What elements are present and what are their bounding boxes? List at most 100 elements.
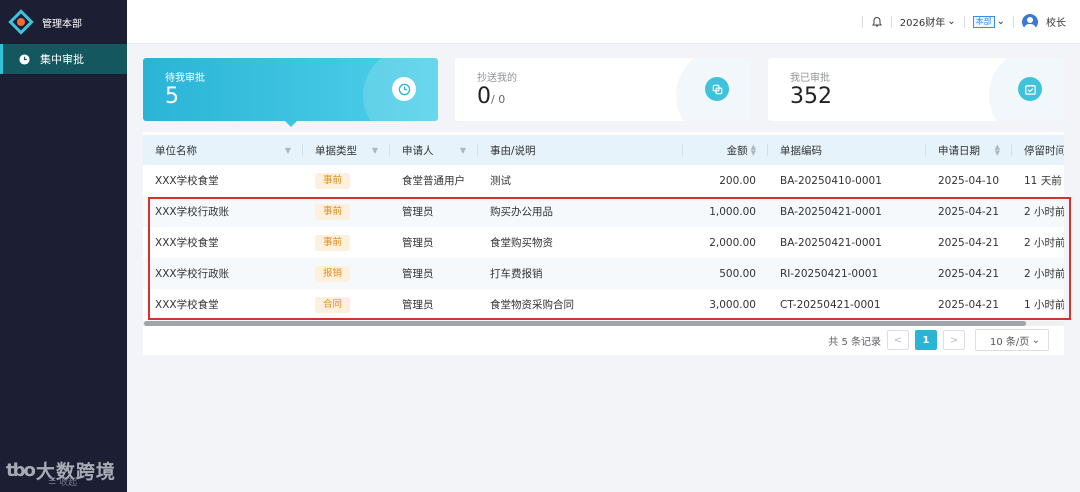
bell-icon[interactable] — [871, 16, 883, 28]
cell-code: BA-20250421-0001 — [768, 196, 926, 227]
cell-applicant: 管理员 — [402, 299, 434, 311]
cell-date: 2025-04-21 — [938, 236, 1000, 249]
page-number-current[interactable]: 1 — [915, 330, 937, 350]
table-row[interactable]: XXX学校食堂 合同 管理员 食堂物资采购合同 3,000.00 CT-2025… — [143, 289, 1064, 320]
column-header-reason: 事由/说明 — [478, 135, 683, 165]
card-value: 352 — [790, 84, 832, 109]
copy-icon — [705, 77, 729, 101]
filter-icon[interactable]: ▼ — [460, 146, 466, 155]
top-header: 2026财年 ⌄ 本部 ⌄ 校长 — [127, 0, 1080, 44]
cell-reason: 食堂物资采购合同 — [490, 299, 574, 311]
cell-applicant: 食堂普通用户 — [402, 175, 465, 187]
calendar-check-icon — [1018, 77, 1042, 101]
divider — [1013, 15, 1014, 28]
chevron-down-icon: ⌄ — [947, 16, 956, 27]
card-value: 5 — [165, 84, 179, 109]
divider — [890, 15, 892, 28]
filter-icon[interactable]: ▼ — [372, 146, 378, 155]
brand-title: 管理本部 — [42, 18, 82, 30]
table-row[interactable]: XXX学校食堂 事前 管理员 食堂购买物资 2,000.00 BA-202504… — [143, 227, 1064, 258]
user-avatar-icon[interactable] — [1022, 13, 1038, 30]
prev-page-button[interactable]: < — [887, 330, 909, 350]
cell-applicant: 管理员 — [390, 196, 478, 227]
cell-type: 事前 — [303, 196, 390, 227]
horizontal-scrollbar[interactable] — [143, 321, 1064, 326]
divider — [861, 15, 863, 28]
column-header-type[interactable]: 单据类型 ▼ — [303, 135, 390, 165]
column-header-amount[interactable]: 金额 ▲ ▼ — [683, 135, 768, 165]
collapse-button[interactable]: ☰ 收起 — [48, 475, 78, 489]
card-label: 抄送我的 — [477, 73, 517, 84]
cell-amount: 2,000.00 — [709, 236, 756, 249]
cell-type: 合同 — [303, 289, 390, 320]
card-value: 0/ 0 — [477, 84, 506, 109]
cell-type: 事前 — [303, 165, 390, 196]
cell-stay: 1 小时前 — [1024, 299, 1064, 311]
column-header-date[interactable]: 申请日期 ▲ ▼ — [926, 135, 1012, 165]
chevron-down-icon: ⌄ — [1031, 334, 1040, 346]
table-row[interactable]: XXX学校食堂 事前 食堂普通用户 测试 200.00 BA-20250410-… — [143, 165, 1064, 196]
brand-logo-icon — [8, 9, 34, 35]
brand[interactable]: 管理本部 — [0, 0, 127, 44]
column-header-unit[interactable]: 单位名称 ▼ — [143, 135, 303, 165]
approval-table-panel: 单位名称 ▼ 单据类型 ▼ 申请人 ▼ 事由/说明 金额 ▲ ▼ 单据编码 申请日期 ▲ ▼ … — [143, 132, 1071, 355]
page-size-select[interactable]: 10 条/页 ⌄ — [975, 329, 1049, 351]
org-tag: 本部 — [972, 15, 995, 28]
table-header-row: 单位名称 ▼ 单据类型 ▼ 申请人 ▼ 事由/说明 金额 ▲ ▼ 单据编码 申请日期 ▲ ▼ … — [143, 135, 1064, 165]
table-row[interactable]: XXX学校行政账 事前 管理员 购买办公用品 1,000.00 BA-20250… — [143, 196, 1064, 227]
card-approved-by-me[interactable]: 我已审批 352 — [768, 58, 1064, 121]
cell-reason: 购买办公用品 — [478, 196, 683, 227]
pagination-total: 共 5 条记录 — [828, 336, 881, 348]
filter-icon[interactable]: ▼ — [285, 146, 291, 155]
cell-stay: 11 天前 — [1024, 175, 1062, 187]
column-header-applicant[interactable]: 申请人 ▼ — [390, 135, 478, 165]
sidebar-item-label: 集中审批 — [40, 53, 84, 66]
scrollbar-thumb[interactable] — [144, 321, 1026, 326]
sort-icon[interactable]: ▲ ▼ — [995, 144, 1000, 157]
watermark-mark: tbo — [6, 460, 36, 481]
cell-code: RI-20250421-0001 — [768, 258, 926, 289]
type-badge: 事前 — [315, 172, 351, 189]
table-scroll-area[interactable]: 单位名称 ▼ 单据类型 ▼ 申请人 ▼ 事由/说明 金额 ▲ ▼ 单据编码 申请日期 ▲ ▼ … — [143, 135, 1064, 325]
cell-amount: 1,000.00 — [683, 196, 768, 227]
card-cc-to-me[interactable]: 抄送我的 0/ 0 — [455, 58, 751, 121]
cell-date: 2025-04-10 — [938, 174, 1000, 187]
cell-amount: 500.00 — [683, 258, 768, 289]
org-select[interactable]: 本部 ⌄ — [972, 15, 1005, 28]
cell-applicant: 管理员 — [402, 237, 434, 249]
cell-code: CT-20250421-0001 — [780, 298, 881, 311]
cell-amount: 3,000.00 — [709, 298, 756, 311]
column-header-code: 单据编码 — [768, 135, 926, 165]
cell-code: BA-20250410-0001 — [780, 174, 882, 187]
cell-reason: 打车费报销 — [478, 258, 683, 289]
cell-reason: 食堂购买物资 — [490, 237, 553, 249]
cell-code: BA-20250421-0001 — [780, 236, 882, 249]
type-badge: 事前 — [315, 203, 351, 220]
pagination: 共 5 条记录 < 1 > 10 条/页 ⌄ — [828, 329, 1049, 351]
type-badge: 合同 — [315, 296, 351, 313]
column-header-stay: 停留时间 — [1012, 135, 1064, 165]
cell-type: 报销 — [303, 258, 390, 289]
cell-stay: 2 小时前 — [1012, 258, 1064, 289]
cell-date: 2025-04-21 — [938, 298, 1000, 311]
divider — [963, 15, 965, 28]
cell-reason: 测试 — [490, 175, 511, 187]
user-name[interactable]: 校长 — [1046, 14, 1066, 29]
cell-unit: XXX学校食堂 — [155, 237, 219, 249]
sort-icon[interactable]: ▲ ▼ — [751, 144, 756, 157]
cell-unit: XXX学校食堂 — [155, 175, 219, 187]
card-label: 待我审批 — [165, 73, 205, 84]
sidebar-item-central-approval[interactable]: 集中审批 — [0, 44, 127, 74]
chevron-down-icon: ⌄ — [996, 16, 1005, 27]
type-badge: 报销 — [315, 265, 351, 282]
fiscal-year-select[interactable]: 2026财年 ⌄ — [900, 14, 956, 29]
collapse-label: 收起 — [59, 478, 78, 488]
card-pending-approval[interactable]: 待我审批 5 — [143, 58, 438, 127]
cell-unit: XXX学校食堂 — [155, 299, 219, 311]
cell-unit: XXX学校行政账 — [143, 196, 303, 227]
next-page-button[interactable]: > — [943, 330, 965, 350]
approval-table: 单位名称 ▼ 单据类型 ▼ 申请人 ▼ 事由/说明 金额 ▲ ▼ 单据编码 申请日期 ▲ ▼ … — [143, 135, 1064, 320]
table-row[interactable]: XXX学校行政账 报销 管理员 打车费报销 500.00 RI-20250421… — [143, 258, 1064, 289]
cell-date: 2025-04-21 — [926, 258, 1012, 289]
sidebar: 管理本部 集中审批 tbo 大数跨境 ☰ 收起 — [0, 0, 127, 492]
